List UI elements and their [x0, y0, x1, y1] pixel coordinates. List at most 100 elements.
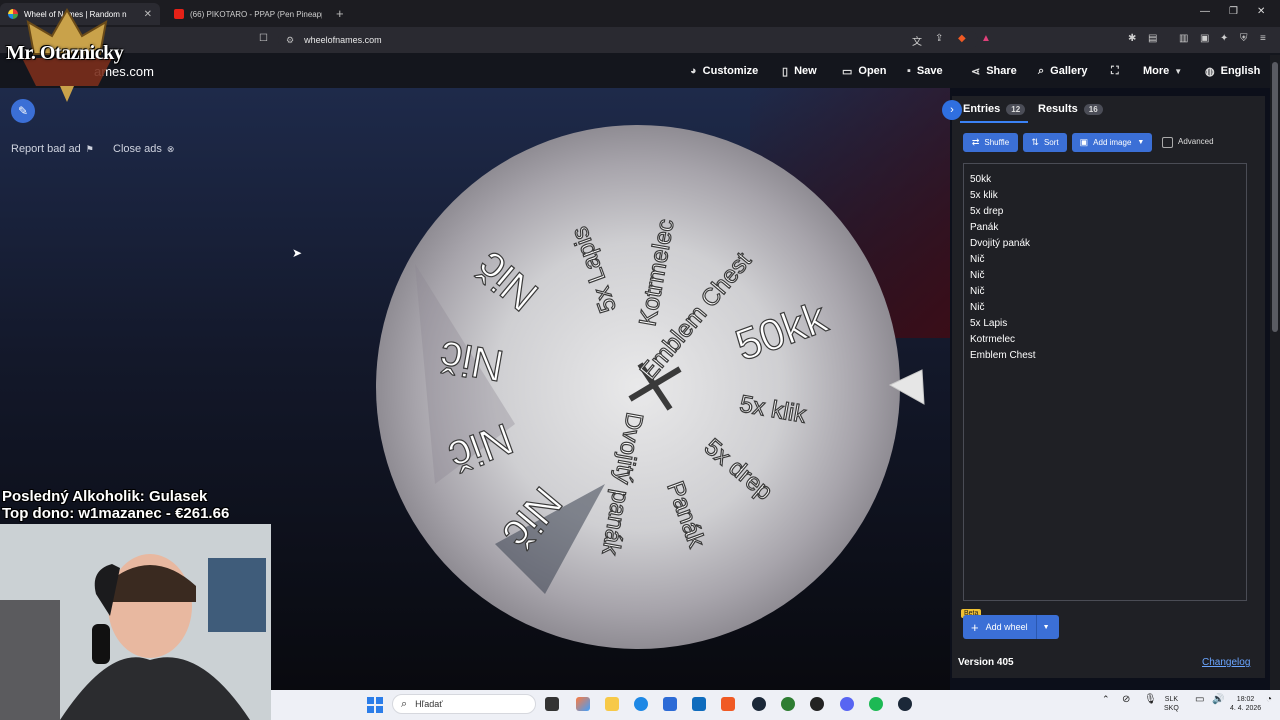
- entry-line[interactable]: Nič: [970, 300, 1036, 316]
- tray-volume-icon[interactable]: 🔊: [1212, 695, 1224, 705]
- obs-icon[interactable]: [810, 697, 824, 711]
- entry-line[interactable]: Emblem Chest: [970, 348, 1036, 364]
- fullscreen-button[interactable]: ⛶: [1111, 63, 1119, 79]
- version-label: Version 405: [958, 657, 1014, 668]
- new-button[interactable]: ▯ New: [782, 63, 817, 79]
- channel-name-text: Mr. Otaznicky: [6, 42, 124, 64]
- taskbar-search[interactable]: ⌕ Hľadať: [392, 694, 536, 714]
- translate-icon[interactable]: 文: [912, 33, 922, 48]
- language-line-2: SKQ: [1164, 705, 1179, 712]
- tab-entries[interactable]: Entries 12: [963, 103, 1026, 115]
- outlook-icon[interactable]: [692, 697, 706, 711]
- gallery-button[interactable]: ⌕ Gallery: [1038, 63, 1087, 79]
- more-button[interactable]: More ▼: [1143, 63, 1182, 79]
- extensions-icon[interactable]: ✱: [1128, 33, 1136, 44]
- report-bad-ad-link[interactable]: Report bad ad ⚑: [11, 143, 94, 155]
- save-button[interactable]: ▪ Save: [907, 63, 943, 79]
- close-ads-link[interactable]: Close ads ⊗: [113, 143, 174, 155]
- wallet-icon[interactable]: ▣: [1200, 33, 1209, 44]
- leo-ai-icon[interactable]: ✦: [1220, 33, 1228, 44]
- open-button[interactable]: ▭ Open: [842, 63, 887, 79]
- wheel-svg[interactable]: 50kk5x klik5x drepPanákDvojitý panákNičN…: [375, 124, 901, 650]
- steam-icon[interactable]: [752, 697, 766, 711]
- keyboard-language[interactable]: SLK SKQ: [1164, 695, 1179, 713]
- active-tab-indicator: [960, 121, 1028, 123]
- share-icon: ⋖: [971, 65, 981, 78]
- language-label: English: [1220, 65, 1261, 77]
- new-tab-icon[interactable]: +: [336, 6, 344, 21]
- entry-line[interactable]: Dvojitý panák: [970, 236, 1036, 252]
- pointer-arrow-icon: [888, 369, 925, 405]
- copilot-icon[interactable]: [576, 697, 590, 711]
- store-icon[interactable]: [663, 697, 677, 711]
- share-page-icon[interactable]: ⇪: [935, 33, 943, 44]
- minimize-icon[interactable]: —: [1200, 6, 1210, 17]
- image-icon: ▣: [1079, 137, 1089, 147]
- discord-icon[interactable]: [840, 697, 854, 711]
- panel-icon[interactable]: ▥: [1179, 33, 1188, 44]
- restore-icon[interactable]: ❐: [1229, 6, 1238, 17]
- share-button[interactable]: ⋖ Share: [971, 63, 1017, 79]
- xbox-icon[interactable]: [781, 697, 795, 711]
- bookmark-icon[interactable]: ☐: [259, 33, 268, 44]
- add-wheel-button[interactable]: + Add wheel ▼: [963, 615, 1059, 639]
- windows-logo-svg: [367, 697, 383, 713]
- file-icon: ▯: [782, 65, 789, 78]
- sidebar-icon[interactable]: ▤: [1148, 33, 1157, 44]
- brave-taskbar-icon[interactable]: [721, 697, 735, 711]
- brave-rewards-icon[interactable]: ▲: [981, 33, 991, 44]
- entry-line[interactable]: Nič: [970, 252, 1036, 268]
- entries-list[interactable]: 50kk 5x klik 5x drep Panák Dvojitý panák Nič N…: [970, 172, 1036, 364]
- entry-line[interactable]: 50kk: [970, 172, 1036, 188]
- tab-results[interactable]: Results 16: [1038, 103, 1103, 115]
- vpn-icon[interactable]: ⛨: [1240, 33, 1248, 44]
- task-view-icon[interactable]: [545, 697, 559, 711]
- customize-button[interactable]: ◕ Customize: [690, 63, 758, 79]
- results-count-badge: 16: [1083, 103, 1103, 115]
- changelog-link[interactable]: Changelog: [1202, 657, 1250, 668]
- youtube-favicon-icon: [174, 9, 184, 19]
- add-image-button[interactable]: ▣ Add image ▼: [1072, 133, 1152, 152]
- entry-line[interactable]: Nič: [970, 284, 1036, 300]
- tray-mic-icon[interactable]: 🎙: [1144, 695, 1157, 705]
- top-donor-text: Top dono: w1mazanec - €261.66: [2, 505, 230, 522]
- entry-line[interactable]: 5x Lapis: [970, 316, 1036, 332]
- site-info-icon[interactable]: ⚙: [286, 35, 294, 46]
- entry-line[interactable]: Kotrmelec: [970, 332, 1036, 348]
- browser-tab-youtube[interactable]: (66) PIKOTARO - PPAP (Pen Pineapple: [166, 3, 330, 25]
- wheel[interactable]: 50kk 5x klik 5x drep Panák Dvojitý panák Nič N…: [375, 124, 901, 650]
- steam-2-icon[interactable]: [898, 697, 912, 711]
- report-bad-ad-label: Report bad ad: [11, 143, 81, 155]
- close-tab-icon[interactable]: ✕: [144, 9, 152, 20]
- clock[interactable]: 18:02 4. 4. 2026: [1230, 695, 1261, 713]
- shuffle-button[interactable]: ⇄ Shuffle: [963, 133, 1018, 152]
- tray-chevron-up-icon[interactable]: ⌃: [1102, 695, 1110, 704]
- sort-button[interactable]: ⇅ Sort: [1023, 133, 1067, 152]
- palette-icon: ◕: [690, 65, 697, 77]
- caret-down-icon[interactable]: ▼: [1043, 624, 1050, 631]
- share-label: Share: [986, 65, 1017, 77]
- collapse-panel-button[interactable]: ›: [942, 100, 962, 120]
- close-window-icon[interactable]: ✕: [1257, 6, 1265, 17]
- tray-network-off-icon[interactable]: ⊘: [1122, 695, 1130, 705]
- menu-icon[interactable]: ≡: [1260, 33, 1266, 44]
- advanced-checkbox[interactable]: [1162, 137, 1173, 148]
- results-tab-label: Results: [1038, 103, 1078, 115]
- caret-down-icon: ▼: [1174, 66, 1183, 76]
- sort-icon: ⇅: [1031, 137, 1039, 147]
- entry-line[interactable]: 5x drep: [970, 204, 1036, 220]
- windows-start-icon[interactable]: [367, 697, 383, 713]
- language-button[interactable]: ◍ English: [1205, 63, 1260, 79]
- spotify-icon[interactable]: [869, 697, 883, 711]
- entry-line[interactable]: Panák: [970, 220, 1036, 236]
- entry-line[interactable]: 5x klik: [970, 188, 1036, 204]
- tray-monitor-icon[interactable]: ▭: [1195, 695, 1204, 705]
- brave-shields-icon[interactable]: ◆: [958, 33, 966, 44]
- language-line-1: SLK: [1164, 696, 1179, 703]
- entry-line[interactable]: Nič: [970, 268, 1036, 284]
- scrollbar-thumb[interactable]: [1272, 62, 1278, 332]
- edge-icon[interactable]: [634, 697, 648, 711]
- notifications-icon[interactable]: ◔: [1266, 695, 1272, 705]
- address-bar[interactable]: ⚙ wheelofnames.com: [278, 31, 978, 49]
- file-explorer-icon[interactable]: [605, 697, 619, 711]
